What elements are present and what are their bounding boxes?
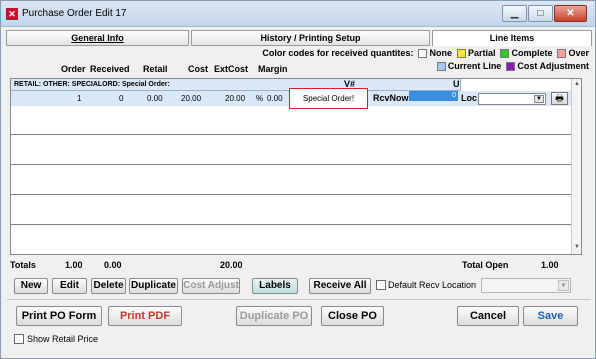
print-po-form-button[interactable]: Print PO Form	[16, 306, 102, 326]
receive-all-button[interactable]: Receive All	[309, 278, 371, 294]
app-icon: ✕	[6, 8, 18, 20]
tab-bar: General Info History / Printing Setup Li…	[6, 30, 592, 46]
total-order: 1.00	[65, 260, 83, 270]
cell-received: 0	[119, 94, 124, 103]
col-order: Order	[61, 64, 86, 74]
chevron-down-icon[interactable]: ▼	[558, 280, 569, 291]
default-recv-checkbox[interactable]	[376, 280, 386, 290]
location-dropdown[interactable]: ▼	[478, 93, 546, 105]
grid-scrollbar[interactable]: ▲ ▼	[571, 79, 581, 254]
swatch-over-icon	[557, 48, 567, 58]
scroll-down-icon[interactable]: ▼	[573, 243, 581, 251]
row-divider	[11, 134, 572, 135]
special-order-badge: Special Order!	[289, 88, 368, 109]
show-retail-label: Show Retail Price	[27, 334, 99, 344]
totals-label: Totals	[10, 260, 36, 270]
total-open-label: Total Open	[462, 260, 509, 270]
row-divider	[11, 164, 572, 165]
total-extcost: 20.00	[220, 260, 243, 270]
tab-line-items[interactable]: Line Items	[432, 30, 592, 46]
col-received: Received	[90, 64, 130, 74]
scroll-up-icon[interactable]: ▲	[573, 80, 581, 88]
total-received: 0.00	[104, 260, 122, 270]
close-po-button[interactable]: Close PO	[321, 306, 384, 326]
window-title: Purchase Order Edit 17	[22, 8, 127, 19]
purchase-order-window: ✕ Purchase Order Edit 17 ▁ □ ✕ General I…	[0, 0, 596, 359]
cell-margin[interactable]: 0.00	[267, 91, 283, 106]
cell-retail[interactable]: 0.00	[147, 91, 163, 106]
cell-order[interactable]: 1	[77, 91, 81, 106]
close-window-button[interactable]: ✕	[554, 5, 587, 22]
divider	[7, 299, 591, 300]
upc-field[interactable]	[460, 79, 572, 91]
loc-label: Loc	[461, 93, 478, 103]
cell-extcost: 20.00	[225, 94, 246, 103]
legend-complete-label: Complete	[511, 48, 553, 58]
cell-margin-unit: %	[256, 94, 264, 103]
tab-general-info[interactable]: General Info	[6, 30, 189, 46]
legend-partial: Partial	[456, 48, 496, 58]
duplicate-po-button[interactable]: Duplicate PO	[236, 306, 312, 326]
column-headers: Order Received Retail Cost ExtCost Margi…	[6, 64, 592, 76]
title-bar: ✕ Purchase Order Edit 17 ▁ □ ✕	[1, 1, 595, 27]
edit-button[interactable]: Edit	[52, 278, 87, 294]
col-cost: Cost	[188, 64, 208, 74]
duplicate-button[interactable]: Duplicate	[129, 278, 178, 294]
rcvnow-label: RcvNow	[373, 93, 409, 103]
cell-cost[interactable]: 20.00	[181, 91, 201, 106]
cancel-button[interactable]: Cancel	[457, 306, 519, 326]
default-recv-label: Default Recv Location	[388, 280, 477, 290]
tab-history-printing[interactable]: History / Printing Setup	[191, 30, 430, 46]
new-button[interactable]: New	[14, 278, 48, 294]
col-extcost: ExtCost	[214, 64, 249, 74]
show-retail-checkbox[interactable]	[14, 334, 24, 344]
line-items-grid[interactable]: RETAIL: OTHER: SPECIALORD: Special Order…	[10, 78, 582, 255]
default-recv-location-dropdown[interactable]: ▼	[481, 278, 571, 293]
window-controls: ▁ □ ✕	[502, 5, 587, 22]
totals-row: Totals 1.00 0.00 20.00 Total Open 1.00	[10, 260, 588, 274]
legend-over: Over	[557, 48, 589, 58]
legend-none: None	[418, 48, 452, 58]
printer-icon[interactable]: 🖶	[551, 92, 568, 105]
maximize-button[interactable]: □	[528, 5, 553, 22]
print-pdf-button[interactable]: Print PDF	[108, 306, 182, 326]
legend-complete: Complete	[500, 48, 552, 58]
line-description: RETAIL: OTHER: SPECIALORD: Special Order…	[14, 81, 170, 88]
col-margin: Margin	[258, 64, 288, 74]
col-retail: Retail	[143, 64, 168, 74]
rcvnow-input[interactable]: 0	[409, 91, 458, 101]
save-button[interactable]: Save	[523, 306, 578, 326]
legend-over-label: Over	[568, 48, 589, 58]
legend-none-label: None	[429, 48, 452, 58]
total-open-value: 1.00	[541, 260, 559, 270]
cost-adjust-button[interactable]: Cost Adjust	[182, 278, 240, 294]
chevron-down-icon[interactable]: ▼	[534, 95, 544, 103]
row-divider	[11, 224, 572, 225]
delete-button[interactable]: Delete	[91, 278, 126, 294]
swatch-none-icon	[418, 48, 428, 58]
labels-button[interactable]: Labels	[252, 278, 298, 294]
color-codes-label: Color codes for received quantites:	[262, 48, 414, 58]
minimize-button[interactable]: ▁	[502, 5, 527, 22]
swatch-complete-icon	[500, 48, 510, 58]
row-divider	[11, 194, 572, 195]
swatch-partial-icon	[456, 48, 466, 58]
legend-partial-label: Partial	[467, 48, 496, 58]
